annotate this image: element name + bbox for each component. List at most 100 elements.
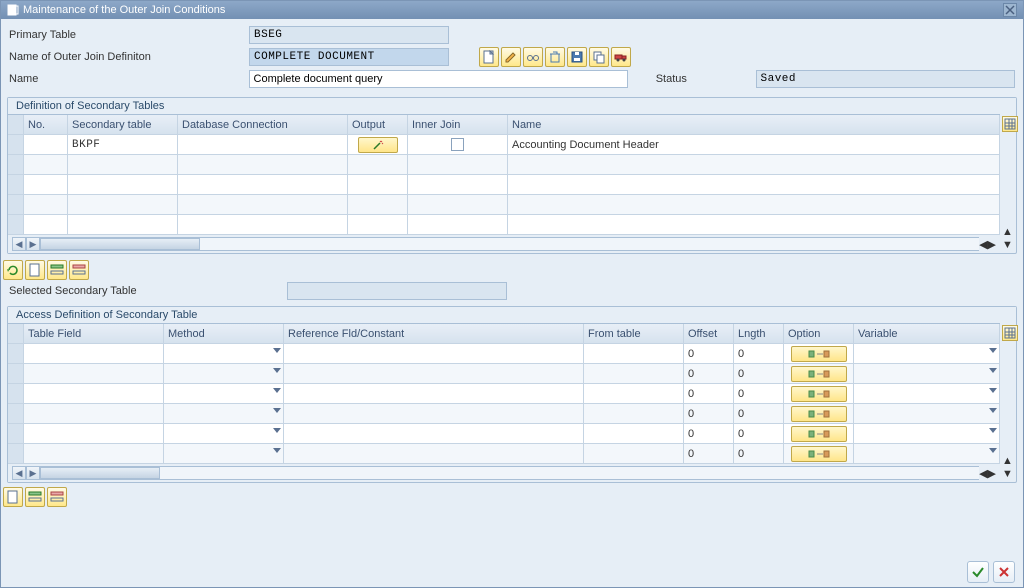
access-definition-panel: Access Definition of Secondary Table Tab… bbox=[7, 306, 1017, 483]
col-secondary[interactable]: Secondary table bbox=[68, 115, 178, 134]
table-row[interactable]: 0 0 bbox=[8, 404, 1000, 424]
primary-table-field bbox=[249, 26, 449, 44]
option-button[interactable] bbox=[791, 446, 847, 462]
table-row[interactable]: 0 0 bbox=[8, 364, 1000, 384]
refresh-button[interactable] bbox=[3, 260, 23, 280]
scroll-up-button[interactable]: ▲ bbox=[1002, 226, 1014, 238]
insert-row-button[interactable] bbox=[25, 487, 45, 507]
window-title: Maintenance of the Outer Join Conditions bbox=[23, 4, 225, 16]
name-label: Name bbox=[9, 73, 249, 85]
chevron-down-icon bbox=[989, 428, 997, 433]
secondary-tables-hscroll: ◀ ▶ ◀ ▶ bbox=[8, 235, 1000, 253]
close-button[interactable] bbox=[1003, 3, 1017, 17]
col-option[interactable]: Option bbox=[784, 324, 854, 343]
option-button[interactable] bbox=[791, 406, 847, 422]
table-row[interactable]: 0 0 bbox=[8, 444, 1000, 464]
table-row[interactable]: 0 0 bbox=[8, 344, 1000, 364]
change-button[interactable] bbox=[501, 47, 521, 67]
option-button[interactable] bbox=[791, 346, 847, 362]
option-button[interactable] bbox=[791, 426, 847, 442]
scroll-left-end-button[interactable]: ◀ bbox=[979, 467, 987, 480]
delete-row-button[interactable] bbox=[47, 487, 67, 507]
save-button[interactable] bbox=[567, 47, 587, 67]
method-dropdown[interactable] bbox=[164, 384, 284, 403]
chevron-down-icon bbox=[273, 388, 281, 393]
secondary-table-cell[interactable]: BKPF bbox=[68, 135, 178, 154]
access-definition-grid: Table Field Method Reference Fld/Constan… bbox=[8, 323, 1000, 482]
delete-button[interactable] bbox=[545, 47, 565, 67]
create-button[interactable] bbox=[479, 47, 499, 67]
chevron-down-icon bbox=[989, 408, 997, 413]
inner-join-checkbox[interactable] bbox=[451, 138, 464, 151]
col-no[interactable]: No. bbox=[24, 115, 68, 134]
variable-dropdown[interactable] bbox=[854, 364, 1000, 383]
option-button[interactable] bbox=[791, 386, 847, 402]
length-cell[interactable]: 0 bbox=[734, 344, 784, 363]
refresh-icon bbox=[6, 263, 20, 277]
display-button[interactable] bbox=[523, 47, 543, 67]
delete-row-icon bbox=[72, 263, 86, 277]
method-dropdown[interactable] bbox=[164, 404, 284, 423]
middle-toolbar bbox=[1, 260, 1023, 280]
name-field[interactable] bbox=[249, 70, 628, 88]
trash-icon bbox=[548, 50, 562, 64]
secondary-tables-panel: Definition of Secondary Tables No. Secon… bbox=[7, 97, 1017, 254]
copy-button[interactable] bbox=[589, 47, 609, 67]
table-row[interactable]: 0 0 bbox=[8, 384, 1000, 404]
hscroll-thumb[interactable] bbox=[40, 238, 200, 250]
scroll-up-button[interactable]: ▲ bbox=[1002, 455, 1014, 467]
access-definition-header: Table Field Method Reference Fld/Constan… bbox=[8, 324, 1000, 344]
chevron-down-icon bbox=[989, 348, 997, 353]
new-row-button[interactable] bbox=[25, 260, 45, 280]
titlebar: Maintenance of the Outer Join Conditions bbox=[1, 1, 1023, 19]
col-inner[interactable]: Inner Join bbox=[408, 115, 508, 134]
col-table-field[interactable]: Table Field bbox=[24, 324, 164, 343]
scroll-left-button[interactable]: ◀ bbox=[12, 237, 26, 251]
col-name[interactable]: Name bbox=[508, 115, 1000, 134]
method-dropdown[interactable] bbox=[164, 424, 284, 443]
variable-dropdown[interactable] bbox=[854, 444, 1000, 463]
col-length[interactable]: Lngth bbox=[734, 324, 784, 343]
variable-dropdown[interactable] bbox=[854, 344, 1000, 363]
output-button[interactable] bbox=[358, 137, 398, 153]
scroll-right-button[interactable]: ▶ bbox=[26, 237, 40, 251]
hscroll-thumb[interactable] bbox=[40, 467, 160, 479]
offset-cell[interactable]: 0 bbox=[684, 344, 734, 363]
cancel-button[interactable] bbox=[993, 561, 1015, 583]
delete-row-button[interactable] bbox=[69, 260, 89, 280]
method-dropdown[interactable] bbox=[164, 444, 284, 463]
table-row[interactable]: BKPF Accounting Document Header bbox=[8, 135, 1000, 155]
wand-icon bbox=[372, 139, 384, 151]
col-dbconn[interactable]: Database Connection bbox=[178, 115, 348, 134]
variable-dropdown[interactable] bbox=[854, 424, 1000, 443]
ok-button[interactable] bbox=[967, 561, 989, 583]
col-variable[interactable]: Variable bbox=[854, 324, 1000, 343]
scroll-left-button[interactable]: ◀ bbox=[12, 466, 26, 480]
disk-icon bbox=[570, 50, 584, 64]
option-button[interactable] bbox=[791, 366, 847, 382]
col-output[interactable]: Output bbox=[348, 115, 408, 134]
variable-dropdown[interactable] bbox=[854, 384, 1000, 403]
col-method[interactable]: Method bbox=[164, 324, 284, 343]
method-dropdown[interactable] bbox=[164, 364, 284, 383]
scroll-down-button[interactable]: ▼ bbox=[1002, 468, 1014, 480]
new-row-button[interactable] bbox=[3, 487, 23, 507]
option-icon bbox=[807, 409, 831, 419]
variable-dropdown[interactable] bbox=[854, 404, 1000, 423]
table-settings-button[interactable] bbox=[1002, 325, 1018, 341]
table-settings-button[interactable] bbox=[1002, 116, 1018, 132]
col-ref[interactable]: Reference Fld/Constant bbox=[284, 324, 584, 343]
scroll-right-end-button[interactable]: ▶ bbox=[988, 467, 996, 480]
insert-row-button[interactable] bbox=[47, 260, 67, 280]
transport-button[interactable] bbox=[611, 47, 631, 67]
definition-name-field[interactable] bbox=[249, 48, 449, 66]
col-from[interactable]: From table bbox=[584, 324, 684, 343]
method-dropdown[interactable] bbox=[164, 344, 284, 363]
col-offset[interactable]: Offset bbox=[684, 324, 734, 343]
table-row[interactable]: 0 0 bbox=[8, 424, 1000, 444]
scroll-right-end-button[interactable]: ▶ bbox=[988, 238, 996, 251]
chevron-down-icon bbox=[989, 368, 997, 373]
scroll-left-end-button[interactable]: ◀ bbox=[979, 238, 987, 251]
scroll-right-button[interactable]: ▶ bbox=[26, 466, 40, 480]
scroll-down-button[interactable]: ▼ bbox=[1002, 239, 1014, 251]
